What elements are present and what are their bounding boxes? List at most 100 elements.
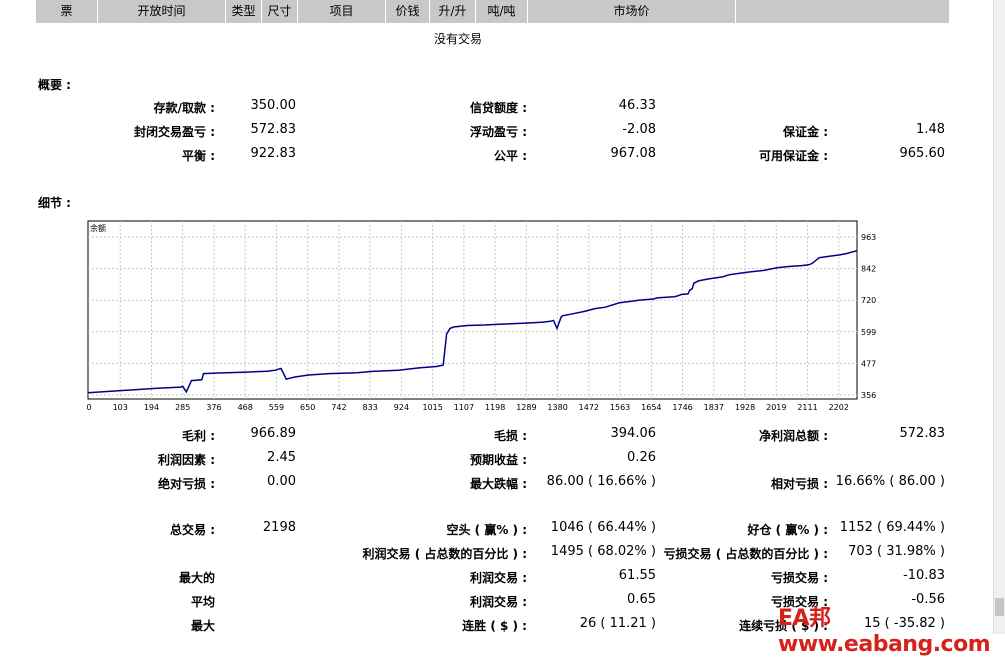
absolute-drawdown-value: 0.00 [267,474,296,489]
largest-profit-trade-value: 61.55 [618,568,656,583]
free-margin-label: 可用保证金 : [759,149,828,163]
net-profit-label: 净利润总额 : [759,429,828,443]
x-tick-label: 1015 [422,403,442,412]
total-trades-value: 2198 [262,520,296,535]
x-tick-label: 1107 [454,403,474,412]
absolute-drawdown-label: 绝对亏损 : [158,477,215,491]
col-open-time[interactable]: 开放时间 [98,0,226,23]
x-tick-label: 2202 [829,403,849,412]
gross-loss-label: 毛损 : [494,429,527,443]
floating-pl-label: 浮动盈亏 : [470,125,527,139]
gross-loss-value: 394.06 [610,426,657,441]
table-header: 票 开放时间 类型 尺寸 项目 价钱 升/升 吨/吨 市场价 [36,0,949,23]
x-tick-label: 194 [144,403,159,412]
short-positions-label: 空头 ( 赢% ) : [446,523,527,537]
x-tick-label: 0 [86,403,91,412]
x-tick-label: 2111 [797,403,817,412]
x-tick-label: 1654 [641,403,661,412]
free-margin-value: 965.60 [899,146,946,161]
x-tick-label: 1746 [672,403,692,412]
x-tick-label: 285 [175,403,190,412]
x-tick-label: 1472 [579,403,599,412]
max-drawdown-value: 86.00 ( 16.66% ) [546,474,656,489]
expected-payoff-label: 预期收益 : [470,453,527,467]
loss-trades-label: 亏损交易 ( 占总数的百分比 ) : [663,547,828,561]
x-tick-label: 559 [269,403,284,412]
y-tick-label: 842 [861,265,876,274]
credit-value: 46.33 [618,98,656,113]
col-size[interactable]: 尺寸 [262,0,298,23]
x-tick-label: 742 [331,403,346,412]
relative-drawdown-value: 16.66% ( 86.00 ) [835,474,945,489]
expected-payoff-value: 0.26 [627,450,656,465]
largest-loss-trade-value: -10.83 [903,568,945,583]
no-trades-text: 没有交易 [434,32,483,46]
loss-trades-value: 703 ( 31.98% ) [848,544,945,559]
closed-pl-label: 封闭交易盈亏 : [134,125,215,139]
vertical-scrollbar[interactable] [993,0,1005,634]
x-tick-label: 1380 [547,403,567,412]
max-consecutive-wins-label: 连胜 ( $ ) : [462,619,527,633]
profit-factor-label: 利润因素 : [158,453,215,467]
max-drawdown-label: 最大跌幅 : [470,477,527,491]
average-label: 平均 [190,595,215,609]
balance-chart-svg: 0 103 194 285 376 468 559 650 742 833 924 1015 1107 1… [86,220,876,412]
long-positions-value: 1152 ( 69.44% ) [839,520,945,535]
x-tick-label: 376 [206,403,221,412]
largest-loss-trade-label: 亏损交易 : [771,571,828,585]
x-tick-label: 1837 [704,403,724,412]
maximum-label: 最大 [190,619,215,633]
col-tp[interactable]: 吨/吨 [476,0,528,23]
plot-area [87,220,858,400]
col-item[interactable]: 项目 [298,0,386,23]
profit-factor-value: 2.45 [267,450,296,465]
y-tick-label: 477 [861,359,876,368]
scrollbar-thumb[interactable] [995,598,1004,616]
balance-chart: 0 103 194 285 376 468 559 650 742 833 924 1015 1107 1… [78,216,900,414]
x-tick-label: 468 [238,403,253,412]
average-profit-trade-value: 0.65 [627,592,656,607]
margin-value: 1.48 [916,122,945,137]
y-tick-label: 963 [861,233,876,242]
col-price[interactable]: 价钱 [386,0,430,23]
gross-profit-value: 966.89 [250,426,297,441]
x-tick-label: 1289 [516,403,536,412]
x-tick-label: 1198 [485,403,505,412]
deposit-label: 存款/取款 : [153,101,215,115]
credit-label: 信贷额度 : [470,101,527,115]
col-empty [736,0,949,23]
short-positions-value: 1046 ( 66.44% ) [550,520,656,535]
closed-pl-value: 572.83 [250,122,297,137]
col-market-price[interactable]: 市场价 [528,0,736,23]
col-type[interactable]: 类型 [226,0,262,23]
deposit-value: 350.00 [250,98,297,113]
x-tick-label: 924 [394,403,409,412]
floating-pl-value: -2.08 [622,122,656,137]
balance-value: 922.83 [250,146,297,161]
x-tick-label: 1928 [735,403,755,412]
chart-title: 余额 [90,223,106,233]
x-tick-label: 650 [300,403,315,412]
gross-profit-label: 毛利 : [182,429,215,443]
average-profit-trade-label: 利润交易 : [470,595,527,609]
equity-label: 公平 : [494,149,527,163]
largest-label: 最大的 [178,571,215,585]
largest-profit-trade-label: 利润交易 : [470,571,527,585]
y-tick-label: 356 [861,391,876,400]
y-tick-label: 720 [861,296,876,305]
max-consecutive-wins-value: 26 ( 11.21 ) [579,616,656,631]
col-ticket[interactable]: 票 [36,0,98,23]
y-tick-label: 599 [861,328,876,337]
details-title: 细节 : [38,196,71,210]
x-tick-label: 103 [113,403,128,412]
x-tick-label: 833 [363,403,378,412]
net-profit-value: 572.83 [899,426,946,441]
long-positions-label: 好仓 ( 赢% ) : [747,523,828,537]
watermark-logo: EA邦www.eabang.com [778,606,991,657]
relative-drawdown-label: 相对亏损 : [771,477,828,491]
col-sl[interactable]: 升/升 [430,0,476,23]
equity-value: 967.08 [610,146,657,161]
total-trades-label: 总交易 : [170,523,215,537]
profit-trades-value: 1495 ( 68.02% ) [550,544,656,559]
balance-label: 平衡 : [182,149,215,163]
